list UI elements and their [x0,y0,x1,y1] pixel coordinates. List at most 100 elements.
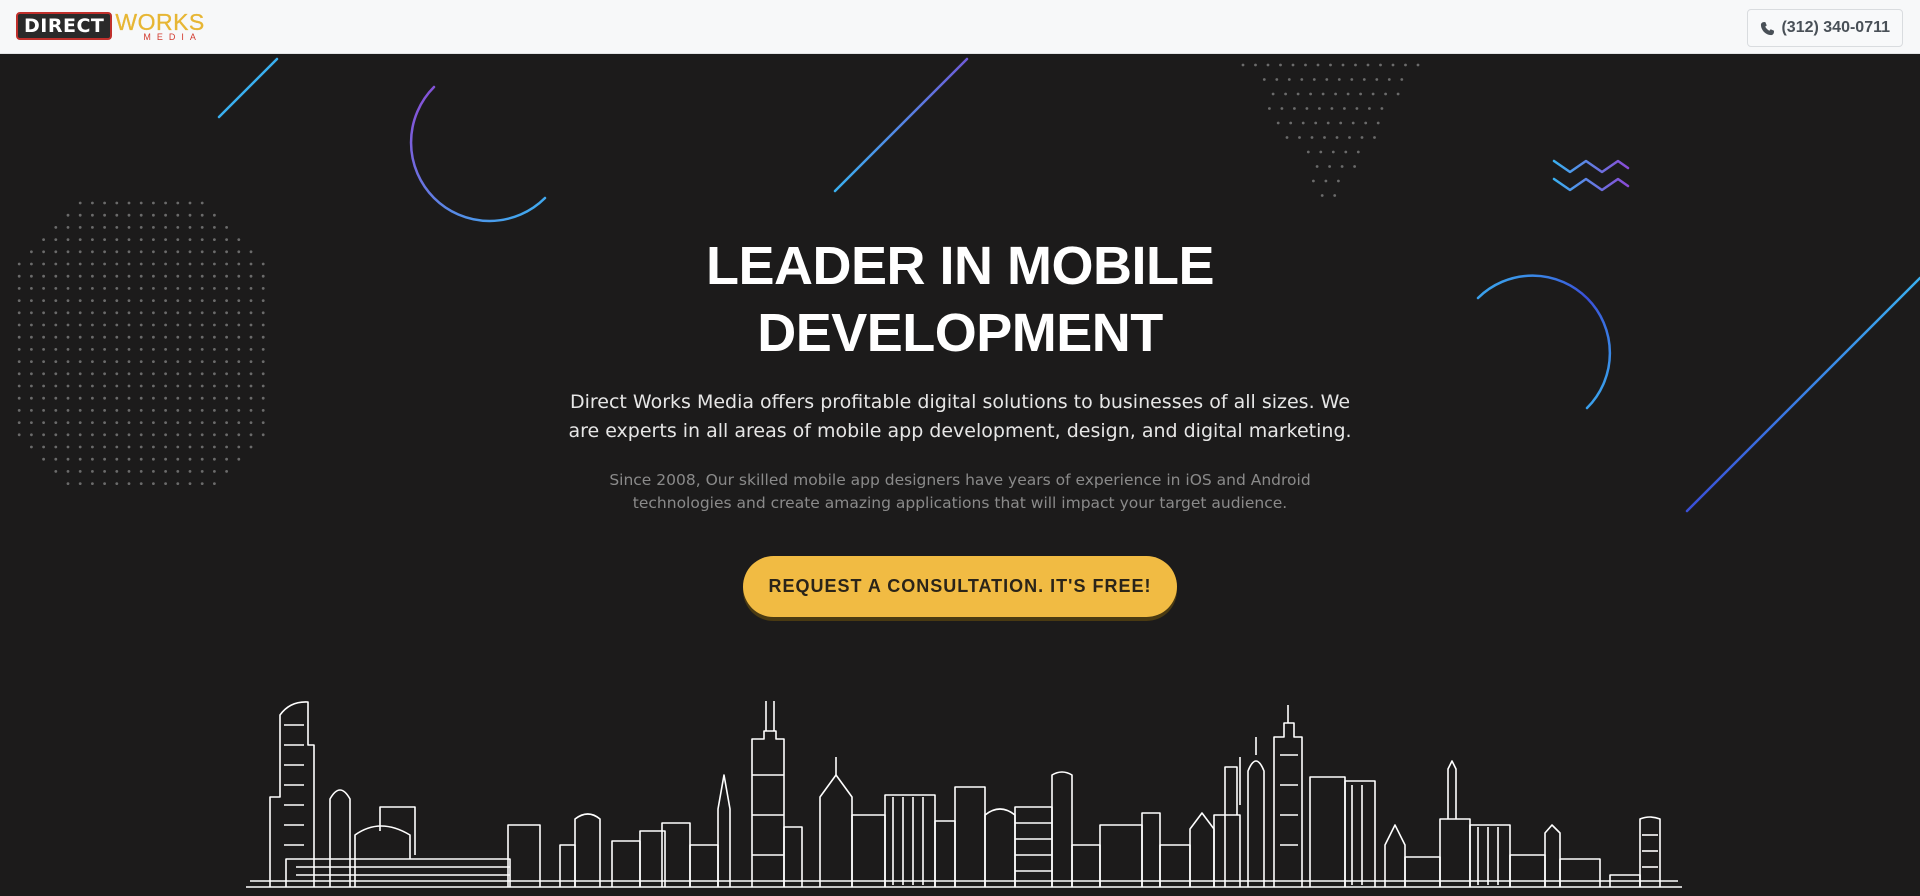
dot [249,421,253,424]
dot [1296,92,1300,96]
dot [139,262,143,266]
dot [91,457,94,461]
dot [78,457,82,461]
dot [249,384,253,388]
dot [1312,78,1316,81]
dot [213,226,216,229]
dot [200,213,204,217]
dot [188,299,192,302]
headline-line2: DEVELOPMENT [757,303,1163,363]
dot [261,372,265,376]
dot [225,238,229,242]
dot [91,482,94,485]
dot [176,262,180,266]
dot [17,323,21,327]
dot [127,213,131,217]
dot [188,421,192,424]
dot [188,250,192,254]
dot [127,287,131,290]
dot [1254,63,1257,67]
dot [164,287,168,290]
dot [66,274,70,278]
dot [200,372,204,376]
dot [200,323,204,327]
dot [152,274,155,278]
dot [78,274,82,278]
logo-works-text: WORKS [115,8,205,35]
dot [237,433,241,437]
dot [213,213,216,217]
dot [42,396,45,400]
dot [200,421,204,424]
dot [30,250,33,254]
dot [139,372,143,376]
dot [164,311,168,315]
dot [54,421,58,424]
dot [78,409,82,412]
dot [1356,150,1360,154]
dot [1387,78,1391,81]
dot [139,274,143,278]
dot [213,360,216,363]
dot [237,348,241,351]
dot [30,396,33,400]
dot [127,470,131,473]
dot [42,457,45,461]
dot [1337,78,1341,81]
dot [139,445,143,449]
dot [78,433,82,437]
dot [188,311,192,315]
dot [103,433,106,437]
dot [1350,78,1354,81]
request-consultation-button[interactable]: REQUEST A CONSULTATION. IT'S FREE! [743,556,1177,617]
dot [249,274,253,278]
dot [1416,63,1420,67]
dot [17,262,21,266]
phone-button[interactable]: (312) 340-0711 [1747,9,1903,47]
dot [42,250,45,254]
dot [127,384,131,388]
dot [1312,179,1315,183]
dot [91,396,94,400]
dot [164,335,168,339]
dot [78,335,82,339]
dot [115,238,119,242]
dot [1337,179,1340,183]
hero-headline: LEADER IN MOBILE DEVELOPMENT [560,233,1360,367]
dot [115,409,119,412]
dot [237,372,241,376]
dot [152,409,155,412]
dot [249,250,253,254]
dot [200,201,204,205]
dot [103,213,106,217]
dot [103,396,106,400]
dot [30,311,33,315]
dot [1306,150,1310,154]
dot [91,421,94,424]
dot [152,348,155,351]
dot [1287,78,1291,81]
dot [115,470,119,473]
dot [213,457,216,461]
dot [1368,107,1371,110]
dot [152,250,155,254]
dot [261,311,265,315]
dot [66,396,70,400]
headline-line1: LEADER IN MOBILE [705,236,1215,296]
dot [225,335,229,339]
dot [213,323,216,327]
dot [176,226,180,229]
dot [91,201,94,205]
dot [115,384,119,388]
dot [78,384,82,388]
dot [1359,92,1362,96]
dot [176,311,180,315]
dot [1321,92,1325,96]
dot [152,238,155,242]
dot [66,409,70,412]
brand-logo[interactable]: DIRECT WORKS MEDIA [16,8,205,41]
dot [200,409,204,412]
dot [115,372,119,376]
dot [1315,165,1319,168]
dot [103,409,106,412]
